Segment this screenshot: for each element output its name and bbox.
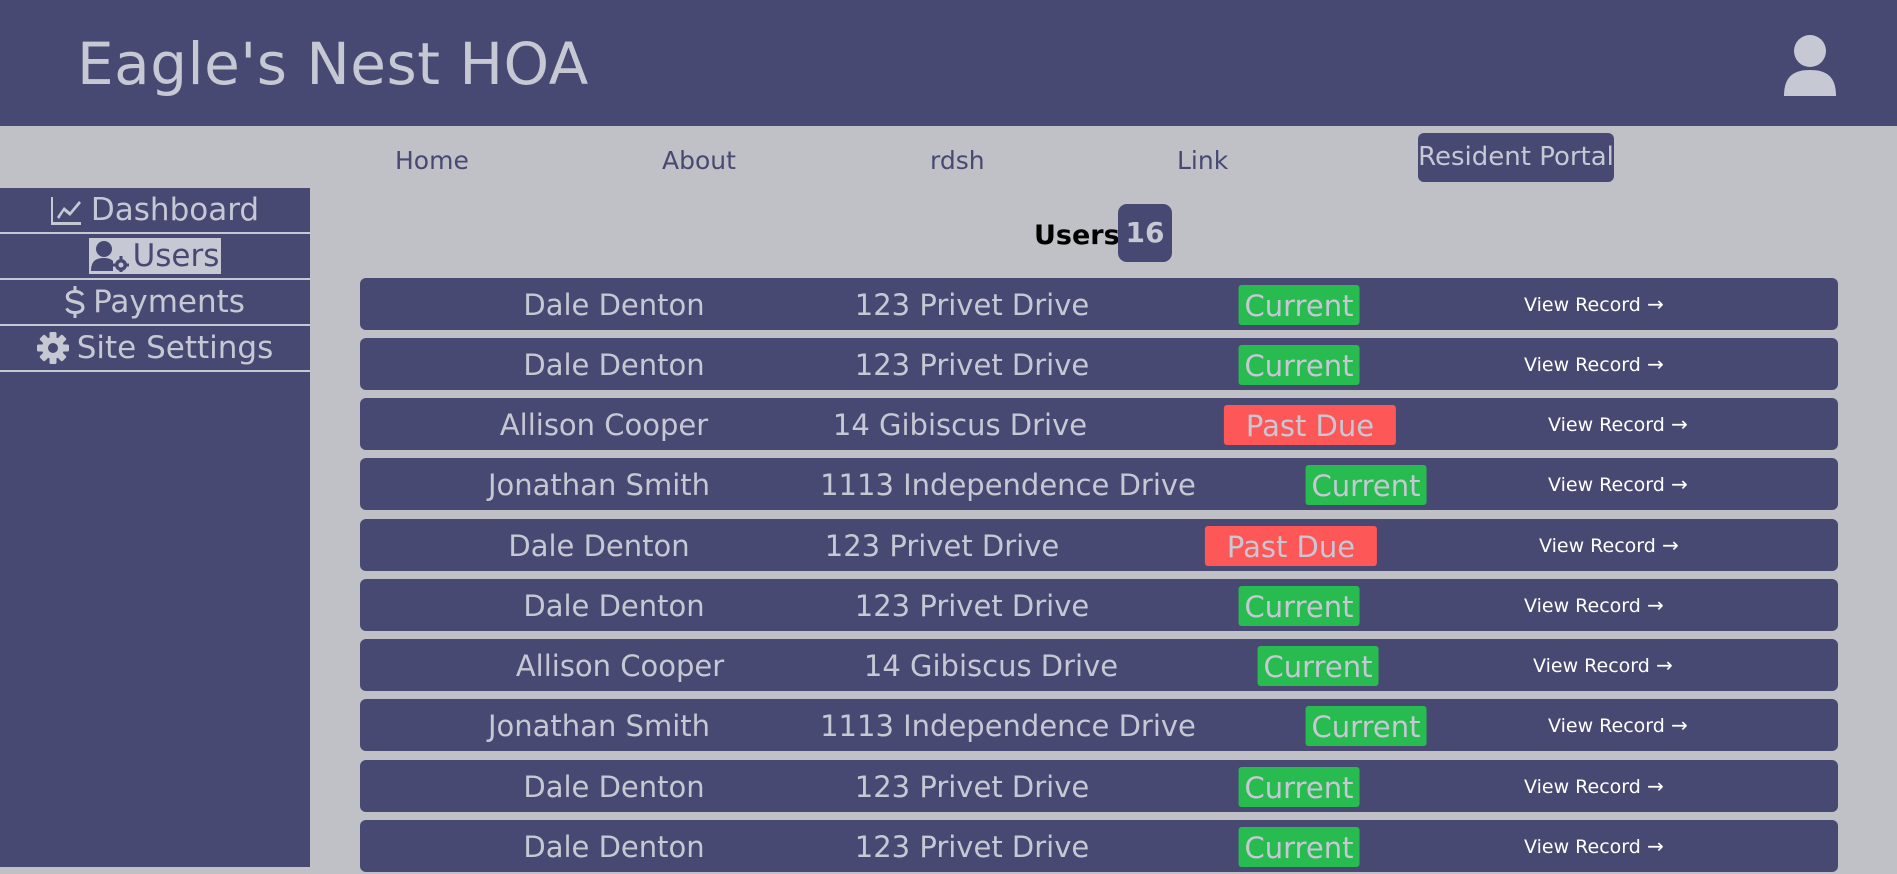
arrow-right-icon: → [1664, 713, 1688, 737]
resident-name: Jonathan Smith [487, 468, 711, 502]
view-record-label: View Record [1524, 294, 1641, 316]
users-count-badge: 16 [1118, 204, 1172, 262]
resident-address: 123 Privet Drive [854, 830, 1090, 864]
resident-name: Allison Cooper [515, 649, 725, 683]
status-badge: Current [1238, 827, 1360, 867]
view-record-link[interactable]: View Record → [1524, 579, 1664, 631]
sidebar-item-users[interactable]: Users [0, 234, 310, 280]
resident-name: Dale Denton [523, 770, 705, 804]
view-record-link[interactable]: View Record → [1524, 338, 1664, 390]
dollar-icon [65, 286, 85, 318]
status-badge: Current [1238, 586, 1360, 626]
sidebar: Dashboard Users Payments Site Settings [0, 188, 310, 867]
status-badge: Current [1238, 285, 1360, 325]
resident-address: 123 Privet Drive [854, 288, 1090, 322]
sidebar-item-site-settings[interactable]: Site Settings [0, 326, 310, 372]
resident-address: 1113 Independence Drive [820, 468, 1196, 502]
view-record-label: View Record [1524, 836, 1641, 858]
table-row: Jonathan Smith 1113 Independence Drive Cur… [360, 699, 1838, 751]
arrow-right-icon: → [1640, 834, 1664, 858]
status-badge: Current [1305, 465, 1427, 505]
resident-address: 1113 Independence Drive [820, 709, 1196, 743]
arrow-right-icon: → [1640, 292, 1664, 316]
nav-home[interactable]: Home [395, 146, 469, 175]
site-title: Eagle's Nest HOA [77, 30, 589, 98]
view-record-link[interactable]: View Record → [1548, 699, 1688, 751]
arrow-right-icon: → [1640, 352, 1664, 376]
table-row: Dale Denton 123 Privet Drive Current View R… [360, 579, 1838, 631]
nav-rdsh[interactable]: rdsh [930, 146, 985, 175]
resident-address: 123 Privet Drive [824, 529, 1060, 563]
table-row: Jonathan Smith 1113 Independence Drive Cur… [360, 458, 1838, 510]
view-record-label: View Record [1524, 595, 1641, 617]
status-badge: Past Due [1223, 405, 1397, 445]
view-record-link[interactable]: View Record → [1533, 639, 1673, 691]
resident-name: Jonathan Smith [487, 709, 711, 743]
resident-address: 14 Gibiscus Drive [863, 649, 1119, 683]
view-record-label: View Record [1548, 414, 1665, 436]
status-badge: Current [1305, 706, 1427, 746]
view-record-link[interactable]: View Record → [1524, 760, 1664, 812]
user-avatar-icon[interactable] [1782, 34, 1838, 96]
table-row: Dale Denton 123 Privet Drive Current View R… [360, 278, 1838, 330]
resident-address: 123 Privet Drive [854, 348, 1090, 382]
view-record-label: View Record [1533, 655, 1650, 677]
users-heading: Users [1034, 220, 1120, 251]
view-record-label: View Record [1524, 776, 1641, 798]
sidebar-item-label: Users [132, 238, 220, 274]
resident-name: Dale Denton [523, 589, 705, 623]
resident-name: Dale Denton [523, 348, 705, 382]
arrow-right-icon: → [1640, 774, 1664, 798]
view-record-label: View Record [1539, 535, 1656, 557]
status-badge: Current [1238, 345, 1360, 385]
nav-about[interactable]: About [662, 146, 736, 175]
view-record-label: View Record [1524, 354, 1641, 376]
resident-address: 123 Privet Drive [854, 589, 1090, 623]
arrow-right-icon: → [1649, 653, 1673, 677]
resident-address: 14 Gibiscus Drive [832, 408, 1088, 442]
table-row: Dale Denton 123 Privet Drive Current View R… [360, 338, 1838, 390]
table-row: Allison Cooper 14 Gibiscus Drive Current Vi… [360, 639, 1838, 691]
view-record-link[interactable]: View Record → [1524, 820, 1664, 872]
gear-icon [36, 332, 69, 364]
status-badge: Current [1238, 767, 1360, 807]
view-record-link[interactable]: View Record → [1524, 278, 1664, 330]
table-row: Dale Denton 123 Privet Drive Current View R… [360, 820, 1838, 872]
site-header: Eagle's Nest HOA [0, 0, 1897, 126]
status-badge: Current [1257, 646, 1379, 686]
table-row: Dale Denton 123 Privet Drive Past Due View … [360, 519, 1838, 571]
user-gear-icon [90, 241, 129, 272]
view-record-label: View Record [1548, 474, 1665, 496]
status-badge: Past Due [1204, 526, 1378, 566]
sidebar-item-dashboard[interactable]: Dashboard [0, 188, 310, 234]
sidebar-item-label: Site Settings [76, 330, 274, 366]
view-record-label: View Record [1548, 715, 1665, 737]
resident-name: Dale Denton [523, 288, 705, 322]
arrow-right-icon: → [1640, 593, 1664, 617]
arrow-right-icon: → [1664, 412, 1688, 436]
arrow-right-icon: → [1655, 533, 1679, 557]
view-record-link[interactable]: View Record → [1539, 519, 1679, 571]
view-record-link[interactable]: View Record → [1548, 458, 1688, 510]
sidebar-item-payments[interactable]: Payments [0, 280, 310, 326]
chart-line-icon [50, 197, 81, 225]
view-record-link[interactable]: View Record → [1548, 398, 1688, 450]
resident-name: Dale Denton [523, 830, 705, 864]
nav-link[interactable]: Link [1177, 146, 1228, 175]
sidebar-item-label: Dashboard [90, 192, 260, 228]
resident-name: Allison Cooper [499, 408, 709, 442]
resident-name: Dale Denton [508, 529, 690, 563]
resident-portal-button[interactable]: Resident Portal [1418, 133, 1614, 182]
table-row: Allison Cooper 14 Gibiscus Drive Past Due V… [360, 398, 1838, 450]
sidebar-item-label: Payments [93, 284, 245, 320]
table-row: Dale Denton 123 Privet Drive Current View R… [360, 760, 1838, 812]
resident-address: 123 Privet Drive [854, 770, 1090, 804]
sidebar-item-highlight: Users [88, 238, 222, 274]
arrow-right-icon: → [1664, 472, 1688, 496]
